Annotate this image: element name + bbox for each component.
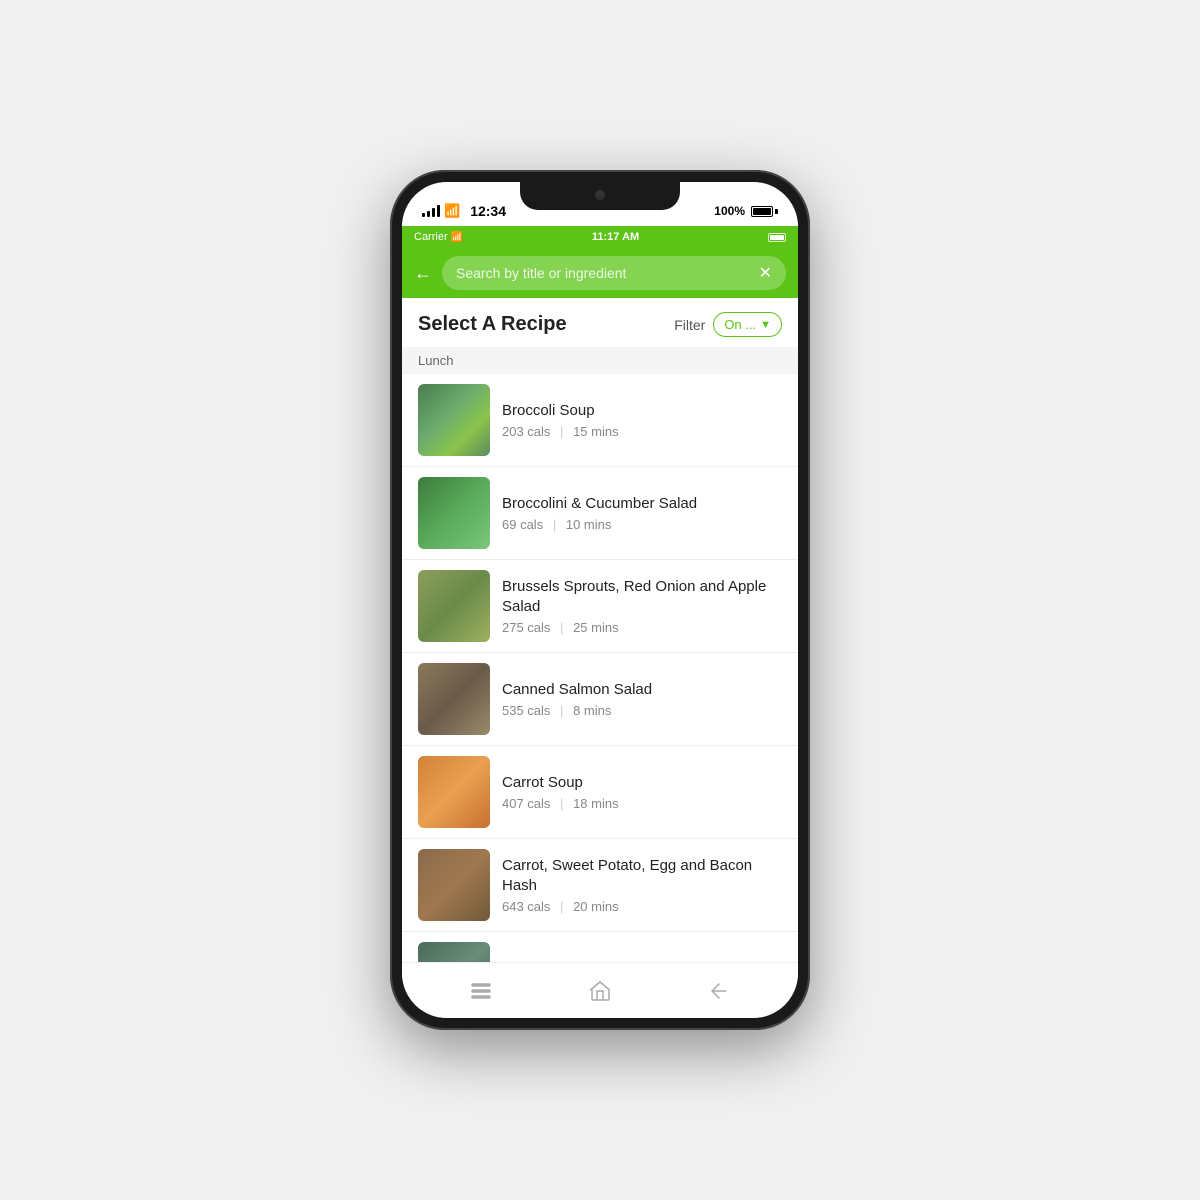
search-bar: ← Search by title or ingredient ✕: [402, 248, 798, 298]
recipe-meta: 203 cals | 15 mins: [502, 424, 782, 439]
meta-separator: |: [553, 517, 556, 532]
recipe-thumbnail: [418, 384, 490, 456]
recipe-meta: 407 cals | 18 mins: [502, 796, 782, 811]
app-time: 11:17 AM: [592, 231, 639, 243]
recipe-time: 15 mins: [573, 424, 619, 439]
recipe-thumbnail: [418, 849, 490, 921]
recipe-time: 8 mins: [573, 703, 611, 718]
recipe-list-item[interactable]: Brussels Sprouts, Red Onion and Apple Sa…: [402, 560, 798, 653]
recipe-info: Carrot, Sweet Potato, Egg and Bacon Hash…: [502, 856, 782, 914]
phone-notch: [520, 182, 680, 210]
meta-separator: |: [560, 620, 563, 635]
recipe-cals: 275 cals: [502, 620, 550, 635]
recipe-list[interactable]: Broccoli Soup 203 cals | 15 mins Broccol…: [402, 374, 798, 962]
recipe-list-item[interactable]: Carrot Soup 407 cals | 18 mins: [402, 746, 798, 839]
category-header: Lunch: [402, 347, 798, 374]
recipe-cals: 203 cals: [502, 424, 550, 439]
carrier-info: Carrier 📶: [414, 231, 463, 243]
filter-label: Filter: [674, 317, 705, 333]
recipe-info: Broccoli Soup 203 cals | 15 mins: [502, 401, 782, 440]
search-clear-button[interactable]: ✕: [759, 263, 772, 283]
recipe-thumbnail: [418, 663, 490, 735]
battery-percent: 100%: [714, 204, 745, 218]
recipe-info: Brussels Sprouts, Red Onion and Apple Sa…: [502, 577, 782, 635]
search-placeholder: Search by title or ingredient: [456, 265, 626, 281]
meta-separator: |: [560, 899, 563, 914]
recipe-name: Carrot, Sweet Potato, Egg and Bacon Hash: [502, 856, 782, 895]
home-nav-button[interactable]: [580, 971, 620, 1011]
recipe-meta: 69 cals | 10 mins: [502, 517, 782, 532]
back-button[interactable]: ←: [414, 263, 432, 284]
app-status-bar: Carrier 📶 11:17 AM: [402, 226, 798, 248]
recipe-thumbnail: [418, 477, 490, 549]
status-right: 100%: [714, 204, 778, 218]
carrier-name: Carrier: [414, 231, 448, 243]
recipe-name: Brussels Sprouts, Red Onion and Apple Sa…: [502, 577, 782, 616]
recipe-thumbnail: [418, 570, 490, 642]
carrier-wifi-icon: 📶: [451, 232, 463, 243]
menu-nav-button[interactable]: [461, 971, 501, 1011]
recipe-time: 18 mins: [573, 796, 619, 811]
recipe-name: Broccoli Soup: [502, 401, 782, 421]
recipe-name: Canned Salmon Salad: [502, 680, 782, 700]
recipe-info: Carrot Soup 407 cals | 18 mins: [502, 773, 782, 812]
app-battery: [768, 233, 786, 242]
status-left: 📶 12:34: [422, 203, 506, 219]
system-time: 12:34: [470, 203, 506, 219]
recipe-list-item[interactable]: Ceviche 370 cals | 10 mins: [402, 932, 798, 962]
category-name: Lunch: [418, 353, 453, 368]
search-input-container[interactable]: Search by title or ingredient ✕: [442, 256, 786, 290]
filter-value: On ...: [724, 317, 756, 332]
recipe-time: 20 mins: [573, 899, 619, 914]
filter-button[interactable]: On ... ▼: [713, 312, 782, 337]
front-camera: [595, 190, 605, 200]
bottom-nav: [402, 962, 798, 1018]
recipe-cals: 643 cals: [502, 899, 550, 914]
recipe-info: Canned Salmon Salad 535 cals | 8 mins: [502, 680, 782, 719]
phone-frame: 📶 12:34 100% Carrier 📶: [390, 170, 810, 1030]
recipe-time: 10 mins: [566, 517, 612, 532]
recipe-list-item[interactable]: Broccolini & Cucumber Salad 69 cals | 10…: [402, 467, 798, 560]
app-content: Carrier 📶 11:17 AM ← Search by title or …: [402, 226, 798, 1018]
meta-separator: |: [560, 703, 563, 718]
meta-separator: |: [560, 796, 563, 811]
battery-icon: [751, 206, 778, 217]
filter-row: Select A Recipe Filter On ... ▼: [402, 298, 798, 347]
recipe-cals: 535 cals: [502, 703, 550, 718]
phone-screen: 📶 12:34 100% Carrier 📶: [402, 182, 798, 1018]
filter-controls: Filter On ... ▼: [674, 312, 782, 337]
page-title: Select A Recipe: [418, 313, 567, 336]
recipe-thumbnail: [418, 942, 490, 962]
wifi-icon: 📶: [444, 203, 460, 219]
recipe-cals: 69 cals: [502, 517, 543, 532]
recipe-list-item[interactable]: Canned Salmon Salad 535 cals | 8 mins: [402, 653, 798, 746]
signal-icon: [422, 205, 440, 217]
recipe-meta: 275 cals | 25 mins: [502, 620, 782, 635]
recipe-list-item[interactable]: Broccoli Soup 203 cals | 15 mins: [402, 374, 798, 467]
meta-separator: |: [560, 424, 563, 439]
recipe-info: Broccolini & Cucumber Salad 69 cals | 10…: [502, 494, 782, 533]
recipe-name: Carrot Soup: [502, 773, 782, 793]
recipe-time: 25 mins: [573, 620, 619, 635]
recipe-meta: 535 cals | 8 mins: [502, 703, 782, 718]
chevron-down-icon: ▼: [760, 319, 771, 331]
recipe-cals: 407 cals: [502, 796, 550, 811]
recipe-list-item[interactable]: Carrot, Sweet Potato, Egg and Bacon Hash…: [402, 839, 798, 932]
recipe-name: Broccolini & Cucumber Salad: [502, 494, 782, 514]
recipe-thumbnail: [418, 756, 490, 828]
back-nav-button[interactable]: [699, 971, 739, 1011]
recipe-meta: 643 cals | 20 mins: [502, 899, 782, 914]
